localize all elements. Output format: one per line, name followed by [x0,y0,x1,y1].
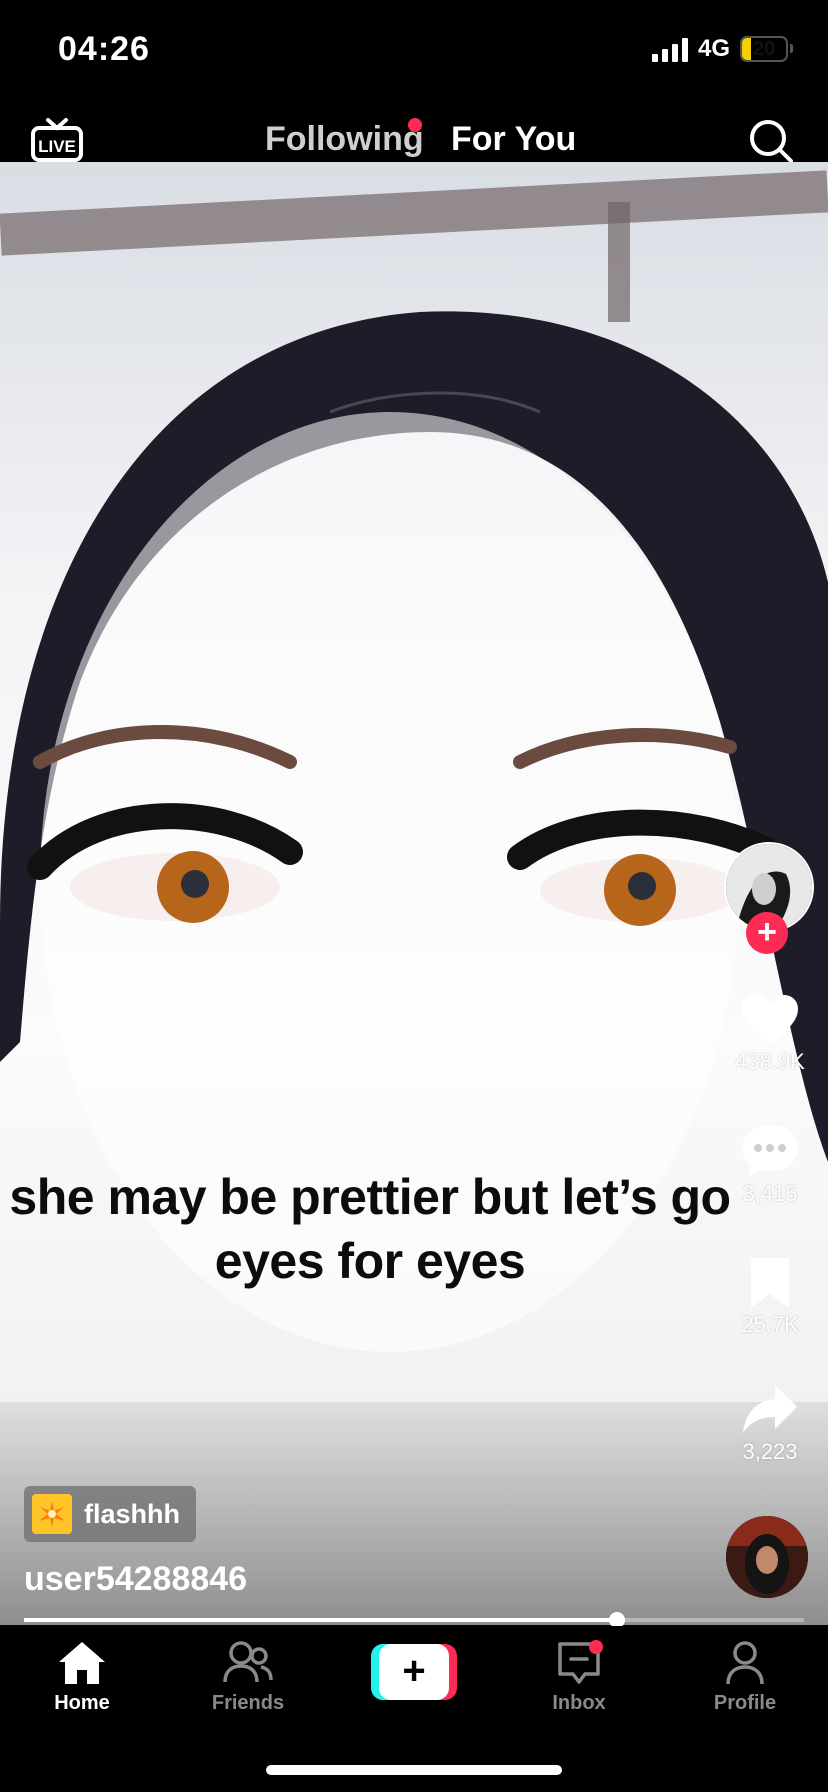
network-type: 4G [698,35,731,62]
plus-icon: + [379,1644,449,1700]
like-button[interactable]: 438.9K [720,993,820,1075]
video-caption: she may be prettier but let’s go eyes fo… [9,1169,731,1289]
battery-nub [790,44,793,53]
video-frame [0,170,828,1625]
nav-inbox-label: Inbox [552,1692,606,1714]
like-count: 438.9K [735,1049,805,1074]
tab-following[interactable]: Following [265,120,424,159]
music-disc[interactable] [726,1516,808,1598]
share-count: 3,223 [742,1439,798,1464]
author-username[interactable]: user54288846 [24,1560,247,1599]
home-icon [59,1642,105,1684]
signal-icon [652,38,688,62]
status-time: 04:26 [58,30,150,68]
sound-chip[interactable]: flashhh [24,1486,197,1542]
video-progress-bar[interactable] [24,1612,804,1628]
svg-text:LIVE: LIVE [38,137,76,156]
nav-profile-label: Profile [713,1692,777,1714]
battery-level: 20 [752,38,776,60]
action-rail: + 438.9K 3,415 25.7K 3,223 [720,838,820,1478]
battery-icon: 20 [740,36,788,62]
comment-count: 3,415 [742,1181,798,1206]
comment-button[interactable]: 3,415 [720,1123,820,1207]
profile-icon [726,1641,764,1685]
bookmark-button[interactable]: 25.7K [720,1256,820,1338]
share-button[interactable]: 3,223 [720,1383,820,1465]
progress-fill [24,1618,617,1622]
following-notification-dot [408,118,422,132]
tab-for-you[interactable]: For You [451,120,576,159]
comment-icon [742,1125,798,1177]
bookmark-icon [751,1258,789,1308]
inbox-notification-dot [589,1640,603,1654]
status-bar: 04:26 4G 20 [0,0,828,100]
friends-icon [223,1641,273,1683]
sound-name: flashhh [84,1498,181,1529]
home-indicator [266,1765,562,1775]
share-icon [743,1385,797,1433]
nav-home-label: Home [54,1692,110,1714]
nav-inbox[interactable]: Inbox [519,1640,639,1715]
follow-plus-button[interactable]: + [746,912,788,954]
live-tv-icon[interactable]: LIVE [30,114,84,164]
nav-home[interactable]: Home [22,1640,142,1715]
create-button[interactable]: + [371,1644,457,1700]
heart-icon [742,995,798,1045]
top-nav: LIVE Following For You [0,100,828,173]
video-player[interactable]: she may be prettier but let’s go eyes fo… [0,162,828,1625]
nav-profile[interactable]: Profile [685,1640,805,1715]
nav-friends-label: Friends [211,1692,285,1714]
nav-friends[interactable]: Friends [188,1640,308,1715]
search-icon[interactable] [748,118,794,164]
disc-image [726,1516,808,1598]
sparkle-icon [32,1494,72,1534]
bookmark-count: 25.7K [741,1312,799,1337]
